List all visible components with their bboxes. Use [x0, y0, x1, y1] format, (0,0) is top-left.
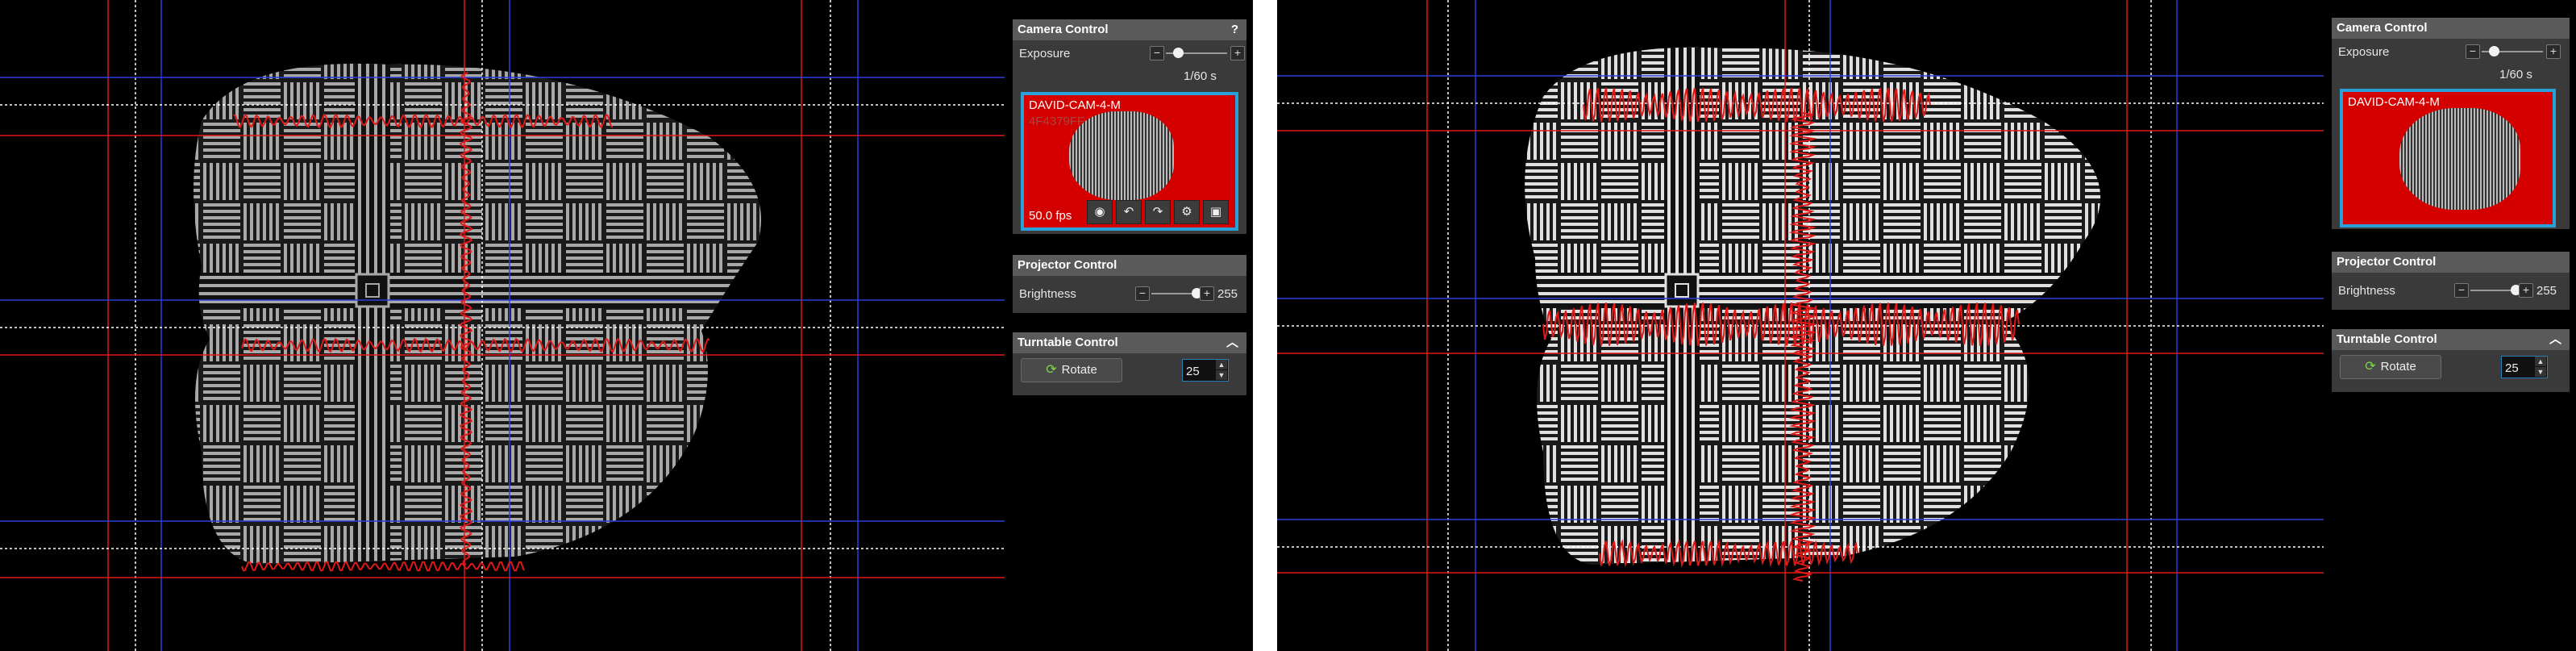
exposure-decrease-button[interactable]: −: [1150, 46, 1164, 61]
rotate-label: Rotate: [2380, 360, 2416, 373]
camera-fps: 50.0 fps: [1029, 209, 1072, 223]
rotate-label: Rotate: [1061, 363, 1097, 377]
exposure-slider[interactable]: − +: [1150, 45, 1245, 61]
camera-name: DAVID-CAM-4-M: [2348, 95, 2440, 109]
exposure-label: Exposure: [2338, 45, 2390, 59]
camera-control-title: Camera Control: [1017, 23, 1109, 36]
brightness-decrease-button[interactable]: −: [2454, 283, 2469, 298]
undo-icon[interactable]: ↶: [1116, 200, 1142, 224]
camera-viewport-left[interactable]: [0, 0, 1005, 651]
gear-icon[interactable]: ⚙: [1174, 200, 1200, 224]
brightness-increase-button[interactable]: +: [1200, 286, 1214, 301]
exposure-increase-button[interactable]: +: [2546, 44, 2561, 59]
brightness-row: Brightness − + 255: [1013, 282, 1246, 308]
brightness-slider[interactable]: − +: [2454, 282, 2533, 298]
stripe-target-object: [194, 63, 761, 565]
camera-icon[interactable]: ▣: [1203, 200, 1229, 224]
camera-name: DAVID-CAM-4-M: [1029, 98, 1121, 112]
spin-up-icon[interactable]: ▲: [2535, 357, 2546, 366]
spin-up-icon[interactable]: ▲: [1216, 360, 1227, 369]
camera-control-header[interactable]: Camera Control: [2332, 18, 2570, 39]
camera-control-panel: Camera Control ? Exposure − + 1/60 s DAV…: [1013, 19, 1246, 234]
brightness-decrease-button[interactable]: −: [1135, 286, 1150, 301]
projector-control-header[interactable]: Projector Control: [2332, 252, 2570, 273]
exposure-label: Exposure: [1019, 47, 1071, 61]
camera-image-left: [0, 0, 1005, 651]
camera-id: 4F4379FF: [1029, 115, 1085, 128]
preview-image: [2399, 108, 2520, 210]
camera-control-panel: Camera Control Exposure − + 1/60 s DAVID…: [2332, 18, 2570, 229]
turntable-control-title: Turntable Control: [2337, 332, 2437, 346]
camera-preview[interactable]: DAVID-CAM-4-M 4F4379FF 50.0 fps ◉ ↶ ↷ ⚙ …: [1021, 92, 1238, 231]
brightness-value: 255: [2536, 284, 2557, 298]
brightness-track: [1151, 293, 1196, 294]
exposure-row: Exposure − +: [2332, 39, 2570, 65]
exposure-value: 1/60 s: [2499, 68, 2532, 81]
left-screenshot-pane: Camera Control ? Exposure − + 1/60 s DAV…: [0, 0, 1253, 651]
turntable-control-header[interactable]: Turntable Control ︿: [2332, 329, 2570, 350]
brightness-slider[interactable]: − +: [1135, 286, 1214, 302]
exposure-decrease-button[interactable]: −: [2466, 44, 2480, 59]
rotation-angle-spinbox[interactable]: ▲ ▼: [2501, 356, 2548, 379]
exposure-knob[interactable]: [2489, 46, 2500, 56]
refresh-icon: ⟳: [2365, 360, 2376, 373]
exposure-row: Exposure − +: [1013, 40, 1246, 66]
exposure-knob[interactable]: [1173, 48, 1184, 58]
brightness-value: 255: [1217, 287, 1238, 301]
help-button[interactable]: ?: [1231, 19, 1238, 40]
turntable-control-panel: Turntable Control ︿ ⟳ Rotate ▲ ▼: [2332, 329, 2570, 392]
rotation-angle-spinbox[interactable]: ▲ ▼: [1182, 359, 1229, 382]
projector-control-title: Projector Control: [1017, 258, 1117, 272]
projector-control-panel: Projector Control Brightness − + 255: [1013, 255, 1246, 313]
exposure-value: 1/60 s: [1184, 69, 1217, 83]
brightness-label: Brightness: [2338, 284, 2395, 298]
spin-down-icon[interactable]: ▼: [1216, 370, 1227, 380]
redo-icon[interactable]: ↷: [1145, 200, 1171, 224]
brightness-track: [2470, 290, 2516, 291]
rotate-button[interactable]: ⟳ Rotate: [1021, 358, 1122, 382]
brightness-increase-button[interactable]: +: [2519, 283, 2533, 298]
rotate-button[interactable]: ⟳ Rotate: [2340, 355, 2441, 379]
turntable-row: ⟳ Rotate ▲ ▼: [1013, 353, 1246, 392]
rotation-angle-input[interactable]: [2502, 357, 2536, 379]
control-sidebar-right: Camera Control Exposure − + 1/60 s DAVID…: [2324, 0, 2576, 651]
brightness-row: Brightness − + 255: [2332, 279, 2570, 305]
projector-control-panel: Projector Control Brightness − + 255: [2332, 252, 2570, 310]
right-screenshot-pane: Camera Control Exposure − + 1/60 s DAVID…: [1277, 0, 2576, 651]
exposure-increase-button[interactable]: +: [1230, 46, 1245, 61]
turntable-row: ⟳ Rotate ▲ ▼: [2332, 350, 2570, 389]
chevron-up-icon[interactable]: ︿: [2549, 329, 2561, 350]
turntable-control-header[interactable]: Turntable Control ︿: [1013, 332, 1246, 353]
camera-control-header[interactable]: Camera Control ?: [1013, 19, 1246, 40]
exposure-slider[interactable]: − +: [2466, 44, 2561, 60]
camera-image-right: [1277, 0, 2324, 651]
projector-control-header[interactable]: Projector Control: [1013, 255, 1246, 276]
chevron-up-icon[interactable]: ︿: [1226, 332, 1238, 353]
control-sidebar-left: Camera Control ? Exposure − + 1/60 s DAV…: [1005, 0, 1253, 651]
preview-image: [1069, 111, 1174, 200]
spin-down-icon[interactable]: ▼: [2535, 367, 2546, 377]
camera-viewport-right[interactable]: [1277, 0, 2324, 651]
color-wheel-icon[interactable]: ◉: [1087, 200, 1113, 224]
turntable-control-title: Turntable Control: [1017, 336, 1118, 349]
turntable-control-panel: Turntable Control ︿ ⟳ Rotate ▲ ▼: [1013, 332, 1246, 395]
refresh-icon: ⟳: [1046, 363, 1057, 377]
rotation-angle-input[interactable]: [1183, 360, 1217, 382]
camera-preview[interactable]: DAVID-CAM-4-M: [2340, 89, 2556, 227]
brightness-label: Brightness: [1019, 287, 1076, 301]
camera-control-title: Camera Control: [2337, 21, 2428, 35]
projector-control-title: Projector Control: [2337, 255, 2437, 269]
